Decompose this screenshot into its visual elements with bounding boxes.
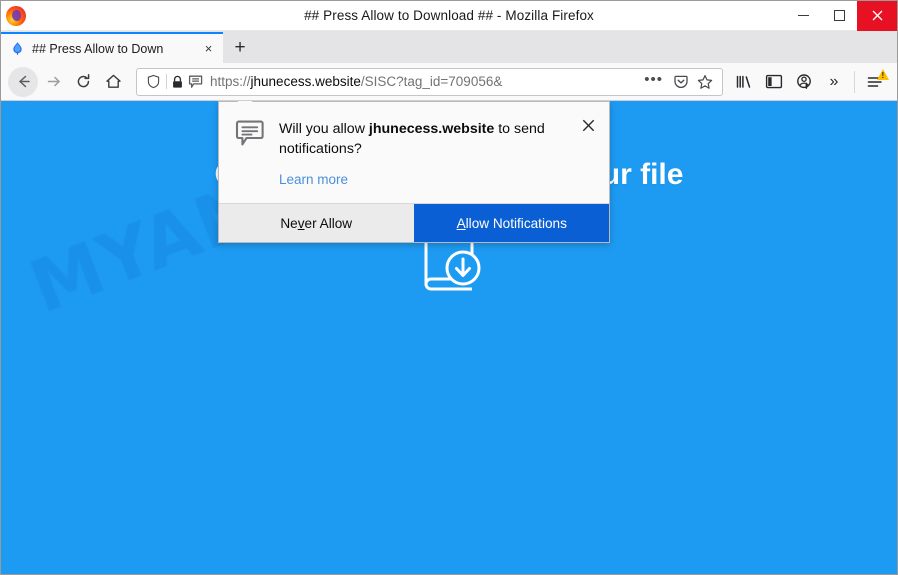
reload-button[interactable] [68,67,98,97]
url-path: /SISC?tag_id=709056& [360,74,503,89]
new-tab-button[interactable]: + [223,32,257,63]
forward-button[interactable] [38,67,68,97]
account-button[interactable] [789,67,819,97]
toolbar-right-buttons: » [729,67,890,97]
notification-permission-doorhanger: Will you allow jhunecess.website to send… [218,101,610,244]
library-button[interactable] [729,67,759,97]
home-icon [105,74,121,88]
url-domain: jhunecess.website [250,74,361,89]
padlock-icon[interactable] [168,75,186,89]
doorhanger-body: Will you allow jhunecess.website to send… [219,102,609,204]
notification-permission-icon[interactable] [186,74,206,90]
minimize-button[interactable] [785,1,821,31]
page-actions-button[interactable]: ••• [642,71,669,92]
window-title: ## Press Allow to Download ## - Mozilla … [304,8,594,23]
doorhanger-question: Will you allow jhunecess.website to send… [279,119,571,159]
sidebar-button[interactable] [759,67,789,97]
home-button[interactable] [98,67,128,97]
doorhanger-texts: Will you allow jhunecess.website to send… [279,119,593,189]
learn-more-link[interactable]: Learn more [279,172,348,187]
firefox-logo-icon [6,5,26,26]
never-allow-before: Ne [280,215,298,231]
navigation-toolbar: https://jhunecess.website/SISC?tag_id=70… [1,63,897,101]
window-controls [785,0,897,31]
bookmark-star-icon[interactable] [693,74,717,90]
url-bar[interactable]: https://jhunecess.website/SISC?tag_id=70… [136,67,723,96]
close-icon [582,119,594,131]
tracking-protection-shield-icon[interactable] [141,74,165,89]
tab-title: ## Press Allow to Down [32,41,164,56]
back-button[interactable] [8,66,38,97]
app-menu-button[interactable] [860,67,890,97]
question-domain: jhunecess.website [368,121,495,137]
never-allow-after: er Allow [304,215,353,231]
library-icon [736,75,750,88]
tab-active[interactable]: ## Press Allow to Down × [1,32,223,63]
back-arrow-icon [18,75,30,88]
close-button[interactable] [857,0,897,31]
sidebar-icon [765,74,783,89]
firefox-window: ## Press Allow to Download ## - Mozilla … [0,0,898,575]
menu-update-badge-icon [877,68,889,80]
page-content: MYANTISPYWARE.COM y Click Allow to downl… [1,101,897,574]
allow-notifications-button[interactable]: Allow Notifications [413,204,609,243]
tab-bar: ## Press Allow to Down × + [1,31,897,63]
never-allow-button[interactable]: Ne v er Allow [219,204,414,243]
close-icon [872,10,882,21]
doorhanger-buttons: Ne v er Allow Allow Notifications [219,203,609,243]
toolbar-divider [854,70,855,93]
tab-favicon-icon [10,41,25,56]
overflow-button[interactable]: » [819,67,849,97]
title-bar: ## Press Allow to Download ## - Mozilla … [1,0,897,31]
url-text[interactable]: https://jhunecess.website/SISC?tag_id=70… [206,74,642,89]
url-scheme: https:// [210,74,251,89]
question-prefix: Will you allow [279,121,369,137]
forward-arrow-icon [47,76,60,87]
doorhanger-notification-icon [235,120,265,153]
chevron-double-right-icon: » [829,72,839,90]
url-separator [166,74,167,89]
account-sync-warning-icon [796,73,811,89]
reload-icon [77,74,89,88]
never-allow-accel: v [297,215,305,231]
allow-after: llow Notifications [465,215,567,231]
pocket-icon[interactable] [669,74,693,90]
allow-accel: A [456,215,466,231]
tab-close-icon[interactable]: × [200,40,217,57]
maximize-button[interactable] [821,1,857,31]
doorhanger-close-button[interactable] [580,117,596,133]
